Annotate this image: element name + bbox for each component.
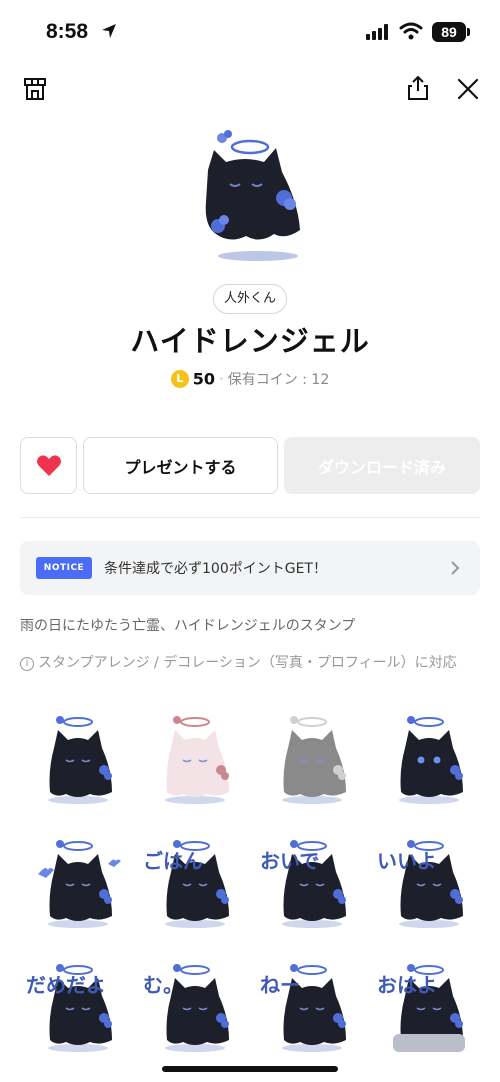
sticker-image bbox=[399, 716, 463, 804]
sticker-thumbnail[interactable]: おいで bbox=[254, 824, 366, 948]
sticker-thumbnail[interactable]: ねー bbox=[254, 948, 366, 1072]
chevron-right-icon bbox=[451, 561, 460, 575]
wifi-icon bbox=[399, 22, 423, 40]
notice-banner[interactable]: NOTICE 条件達成で必ず100ポイントGET！ bbox=[20, 541, 480, 595]
sticker-thumbnail[interactable] bbox=[371, 700, 483, 824]
battery-cap bbox=[467, 28, 470, 36]
shop-icon[interactable] bbox=[22, 76, 48, 102]
sticker-image: ねー bbox=[260, 964, 346, 1052]
sticker-image bbox=[38, 840, 121, 928]
favorite-button[interactable] bbox=[20, 437, 77, 494]
sticker-thumbnail[interactable] bbox=[20, 824, 132, 948]
status-time: 8:58 bbox=[46, 20, 89, 43]
sticker-caption: ねー bbox=[260, 973, 300, 997]
separator-dot: · bbox=[219, 370, 224, 388]
compatibility-note: i スタンプアレンジ / デコレーション（写真・プロフィール）に対応 bbox=[20, 654, 480, 673]
sticker-caption: ごはん bbox=[143, 849, 203, 873]
sticker-caption: む。 bbox=[143, 973, 183, 997]
home-indicator bbox=[162, 1066, 338, 1072]
price-row: L 50 · 保有コイン : 12 bbox=[0, 369, 500, 389]
sticker-image bbox=[165, 716, 229, 804]
sticker-thumbnail[interactable] bbox=[20, 700, 132, 824]
download-button[interactable]: ダウンロード済み bbox=[284, 437, 480, 494]
price-value: 50 bbox=[192, 369, 216, 389]
divider bbox=[20, 517, 480, 518]
sticker-image: だめだよ bbox=[26, 964, 112, 1052]
signal-icon bbox=[366, 24, 388, 40]
status-bar: 8:58 89 bbox=[0, 0, 500, 64]
sticker-image: おはよ bbox=[377, 964, 465, 1052]
sticker-image: おいで bbox=[260, 840, 346, 928]
author-tag[interactable]: 人外くん bbox=[213, 284, 287, 314]
sticker-image: ごはん bbox=[143, 840, 229, 928]
sticker-image: む。 bbox=[143, 964, 229, 1052]
sticker-thumbnail[interactable]: む。 bbox=[137, 948, 249, 1072]
sticker-description: 雨の日にたゆたう亡霊、ハイドレンジェルのスタンプ bbox=[20, 618, 356, 634]
sticker-thumbnail[interactable] bbox=[137, 700, 249, 824]
location-arrow-icon bbox=[102, 24, 116, 38]
sticker-thumbnail[interactable]: おはよ bbox=[371, 948, 483, 1072]
main-sticker-image bbox=[205, 130, 300, 261]
heart-icon bbox=[36, 454, 61, 476]
coin-icon: L bbox=[170, 370, 189, 388]
sticker-image: いいよ bbox=[377, 840, 463, 928]
sticker-image bbox=[48, 716, 112, 804]
battery-indicator: 89 bbox=[432, 22, 466, 42]
sticker-thumbnail[interactable]: いいよ bbox=[371, 824, 483, 948]
sticker-caption: だめだよ bbox=[26, 973, 106, 997]
sticker-title: ハイドレンジェル bbox=[130, 324, 370, 358]
sticker-thumbnail[interactable]: だめだよ bbox=[20, 948, 132, 1072]
present-button[interactable]: プレゼントする bbox=[83, 437, 278, 494]
sticker-thumbnail[interactable] bbox=[254, 700, 366, 824]
sticker-caption: おはよ bbox=[377, 973, 437, 997]
close-icon[interactable] bbox=[455, 76, 481, 102]
sticker-thumbnail[interactable]: ごはん bbox=[137, 824, 249, 948]
info-icon: i bbox=[20, 657, 34, 671]
owned-coins: 保有コイン : 12 bbox=[227, 372, 330, 388]
sticker-image bbox=[282, 716, 346, 804]
sticker-caption: いいよ bbox=[377, 849, 437, 873]
sticker-caption: おいで bbox=[260, 849, 319, 873]
share-icon[interactable] bbox=[404, 74, 432, 102]
notice-text: 条件達成で必ず100ポイントGET！ bbox=[104, 561, 327, 577]
compatibility-text: スタンプアレンジ / デコレーション（写真・プロフィール）に対応 bbox=[38, 655, 457, 671]
notice-badge: NOTICE bbox=[36, 557, 92, 579]
